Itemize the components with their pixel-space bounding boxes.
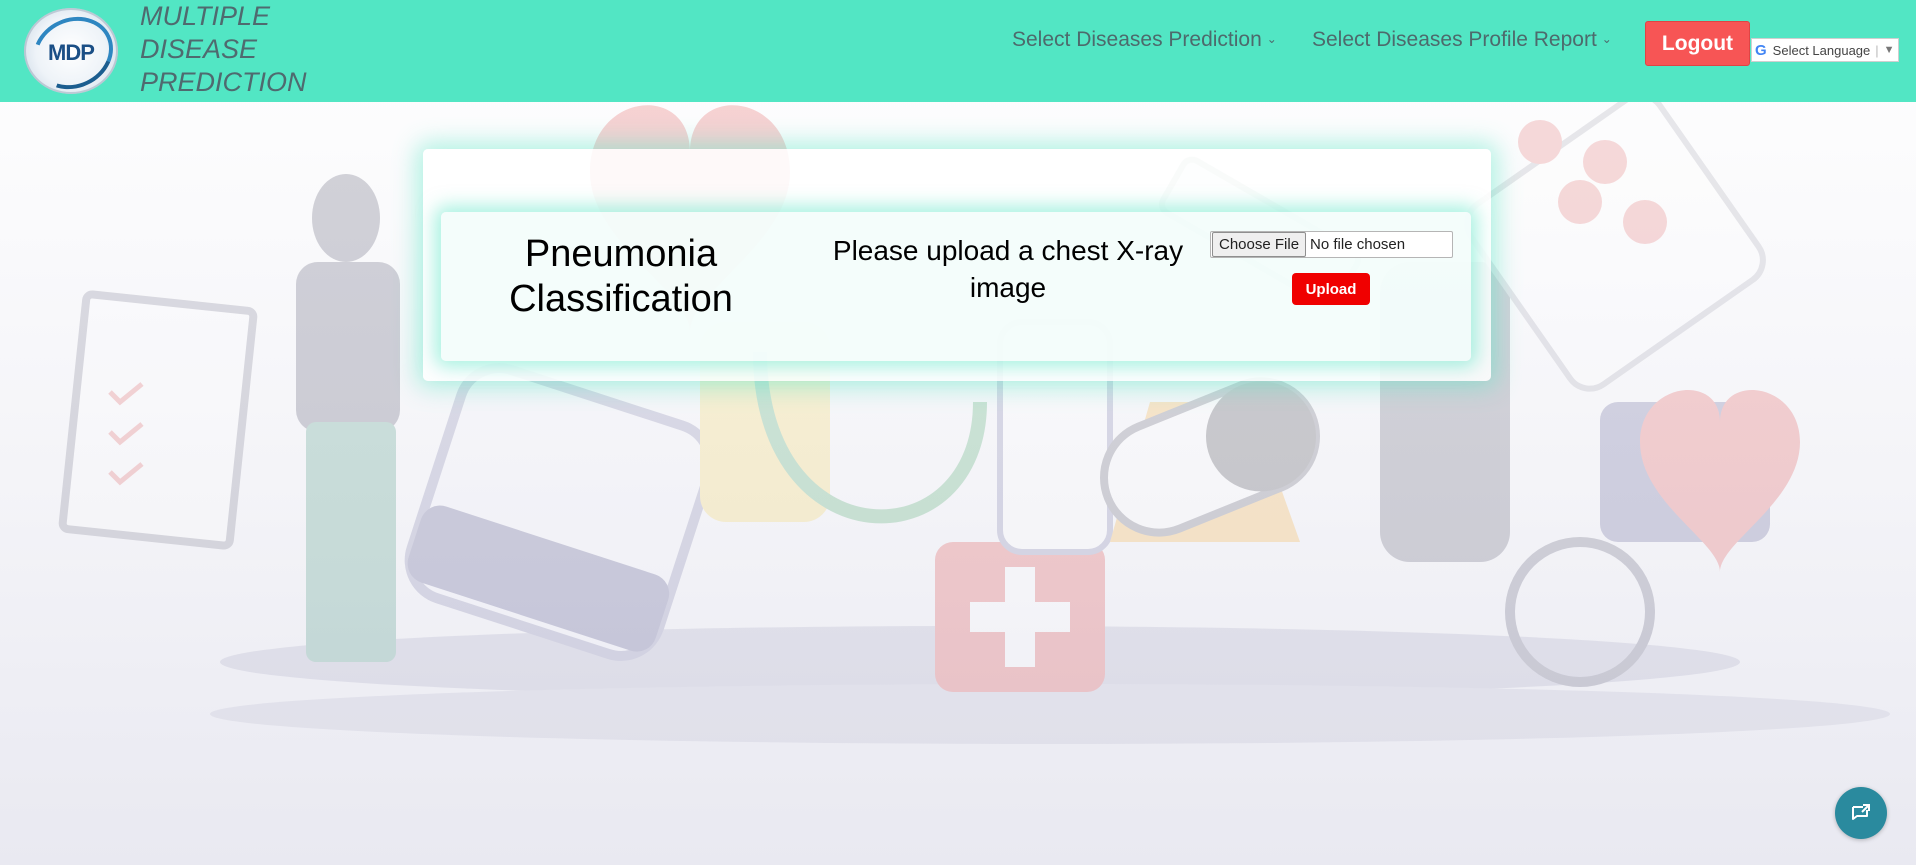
chat-widget-button[interactable]	[1835, 787, 1887, 839]
language-label: Select Language	[1772, 42, 1871, 58]
choose-file-button[interactable]: Choose File	[1212, 232, 1307, 257]
logout-button[interactable]: Logout	[1645, 21, 1750, 66]
language-selector[interactable]: G Select Language | ▼	[1751, 38, 1899, 62]
upload-prompt: Please upload a chest X-ray image	[832, 235, 1184, 303]
file-input[interactable]: Choose File No file chosen	[1210, 231, 1453, 258]
nav-label: Select Diseases Profile Report	[1312, 28, 1597, 51]
brand-title: MULTIPLE DISEASE PREDICTION	[140, 1, 307, 97]
page-title: Pneumonia Classification	[509, 233, 733, 320]
divider: |	[1875, 42, 1879, 58]
upload-panel: Pneumonia Classification Please upload a…	[441, 212, 1471, 361]
prediction-card: Pneumonia Classification Please upload a…	[423, 149, 1491, 381]
caret-down-icon: ▼	[1883, 44, 1895, 56]
chat-icon	[1852, 804, 1870, 820]
top-navbar: MDP MULTIPLE DISEASE PREDICTION Select D…	[0, 0, 1916, 103]
logo-text: MDP	[48, 40, 95, 65]
upload-button[interactable]: Upload	[1292, 273, 1370, 305]
nav-label: Select Diseases Prediction	[1012, 28, 1262, 51]
mdp-logo[interactable]: MDP	[21, 3, 125, 103]
chevron-down-icon: ⌄	[1266, 32, 1277, 46]
file-status: No file chosen	[1310, 236, 1406, 253]
nav-select-diseases-prediction[interactable]: Select Diseases Prediction ⌄	[1012, 28, 1277, 52]
nav-select-diseases-profile-report[interactable]: Select Diseases Profile Report ⌄	[1312, 28, 1612, 52]
chevron-down-icon: ⌄	[1601, 32, 1612, 46]
google-icon: G	[1755, 41, 1767, 59]
